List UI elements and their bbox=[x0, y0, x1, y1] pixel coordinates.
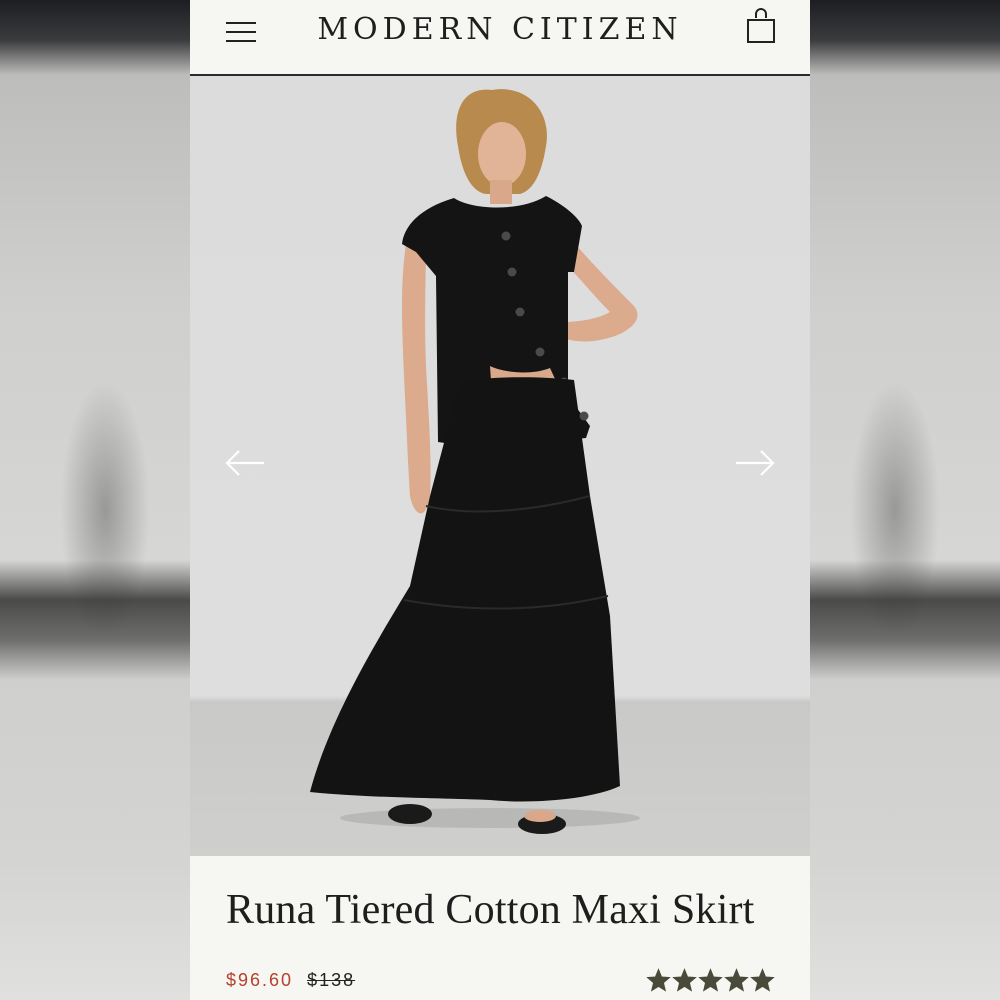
arrow-left-icon[interactable] bbox=[224, 448, 266, 478]
product-image-gallery[interactable] bbox=[190, 76, 810, 856]
rating-stars[interactable] bbox=[646, 968, 776, 994]
product-info: Runa Tiered Cotton Maxi Skirt $96.60 $138 bbox=[190, 856, 810, 1000]
shopping-bag-icon[interactable] bbox=[746, 8, 776, 44]
star-icon bbox=[646, 968, 671, 992]
phone-screen: MODERN CITIZEN Runa Tiered Cotton Maxi S… bbox=[190, 0, 810, 1000]
site-header: MODERN CITIZEN bbox=[190, 0, 810, 76]
product-photo bbox=[310, 89, 640, 834]
star-icon bbox=[698, 968, 723, 992]
star-icon bbox=[672, 968, 697, 992]
hamburger-menu-icon[interactable] bbox=[226, 21, 256, 43]
star-icon bbox=[750, 968, 775, 992]
price-row: $96.60 $138 bbox=[226, 970, 355, 991]
backdrop-right bbox=[810, 0, 1000, 1000]
sale-price: $96.60 bbox=[226, 970, 294, 990]
backdrop-left bbox=[0, 0, 190, 1000]
brand-logo[interactable]: MODERN CITIZEN bbox=[290, 12, 710, 47]
product-title: Runa Tiered Cotton Maxi Skirt bbox=[226, 887, 755, 933]
original-price: $138 bbox=[307, 970, 356, 990]
arrow-right-icon[interactable] bbox=[734, 448, 776, 478]
star-icon bbox=[724, 968, 749, 992]
